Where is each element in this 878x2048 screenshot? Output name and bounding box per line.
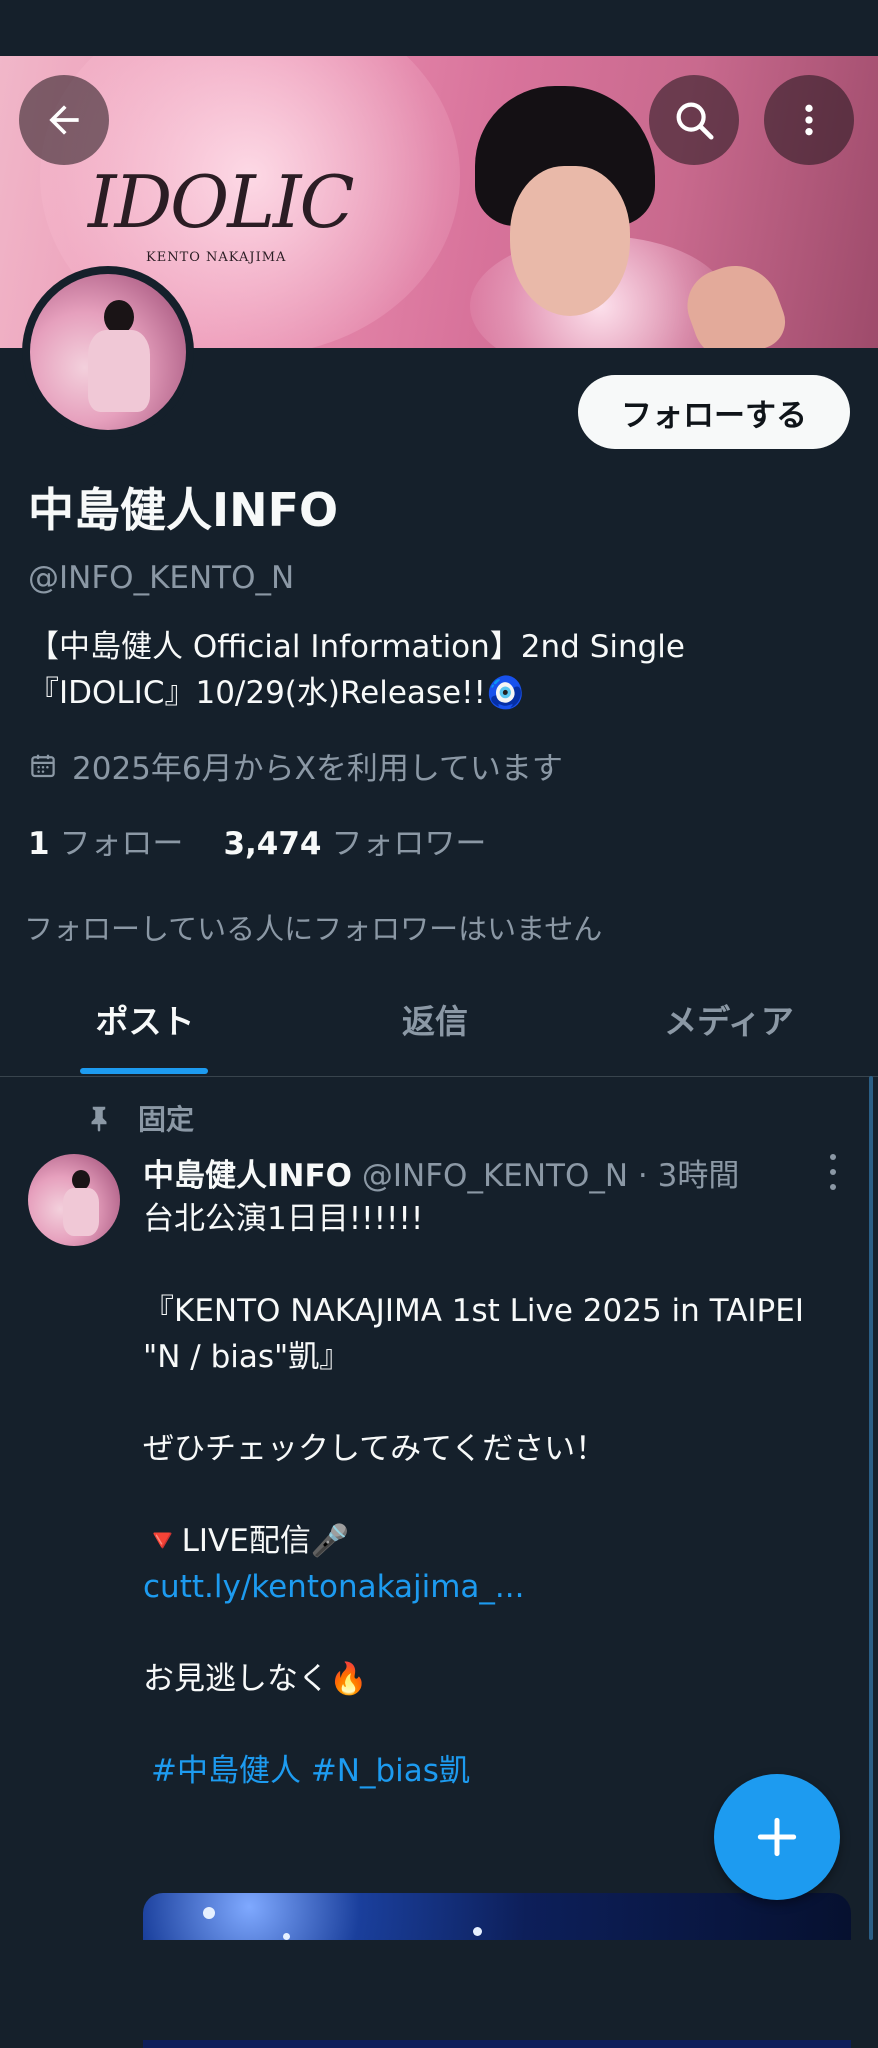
plus-icon bbox=[757, 1817, 797, 1857]
following-link[interactable]: 1 フォロー bbox=[28, 818, 183, 863]
scrollbar[interactable] bbox=[869, 1076, 873, 1940]
stage-light bbox=[473, 1927, 482, 1936]
back-button[interactable] bbox=[19, 75, 109, 165]
search-icon bbox=[676, 102, 714, 140]
post-avatar-figure-body bbox=[63, 1188, 99, 1236]
more-vertical-icon bbox=[805, 104, 813, 136]
bottom-area bbox=[0, 1940, 878, 2048]
bio-line-2-text: 『IDOLIC』10/29(水)Release!! bbox=[28, 675, 486, 711]
tab-replies[interactable]: 返信 bbox=[290, 972, 580, 1076]
next-media-edge bbox=[143, 2040, 851, 2048]
more-options-button[interactable] bbox=[764, 75, 854, 165]
post-line-5-text: LIVE配信 bbox=[181, 1523, 311, 1559]
pin-icon bbox=[91, 1106, 107, 1132]
calendar-icon bbox=[31, 754, 55, 777]
profile-handle: @INFO_KENTO_N bbox=[28, 560, 295, 596]
post-line-1: 台北公演1日目!!!!!! bbox=[143, 1201, 424, 1237]
post-avatar-figure-head bbox=[72, 1170, 90, 1190]
tab-media[interactable]: メディア bbox=[580, 972, 878, 1076]
bio-line-2: 『IDOLIC』10/29(水)Release!!🧿 bbox=[28, 670, 848, 716]
post-author-name[interactable]: 中島健人INFO bbox=[143, 1158, 352, 1194]
status-bar bbox=[0, 0, 878, 56]
post-line-3: "N / bias"凱』 bbox=[143, 1339, 351, 1375]
following-count: 1 bbox=[28, 826, 50, 862]
post-line-6-text: お見逃しなく bbox=[143, 1661, 329, 1697]
post-line-6: お見逃しなく🔥 bbox=[143, 1656, 843, 1702]
microphone-emoji: 🎤 bbox=[310, 1523, 350, 1559]
tab-posts-label: ポスト bbox=[95, 1002, 195, 1041]
active-tab-indicator bbox=[80, 1068, 208, 1074]
post-line-5: 🔻LIVE配信🎤 bbox=[143, 1518, 843, 1564]
profile-bio: 【中島健人 Official Information】2nd Single 『I… bbox=[28, 624, 848, 716]
profile-tabs: ポスト 返信 メディア bbox=[0, 972, 878, 1077]
profile-avatar[interactable] bbox=[22, 266, 194, 438]
compose-button[interactable] bbox=[714, 1774, 840, 1900]
avatar-figure-head bbox=[104, 300, 134, 334]
banner-logo-subtitle: KENTO NAKAJIMA bbox=[146, 250, 287, 265]
mutual-followers-note: フォローしている人にフォロワーはいません bbox=[24, 912, 603, 946]
joined-text: 2025年6月からXを利用しています bbox=[72, 751, 563, 787]
post-link[interactable]: cutt.ly/kentonakajima_... bbox=[143, 1564, 843, 1610]
followers-label: フォロワー bbox=[331, 826, 487, 862]
post-text: 台北公演1日目!!!!!! 『KENTO NAKAJIMA 1st Live 2… bbox=[143, 1196, 843, 1794]
pinned-label: 固定 bbox=[138, 1103, 195, 1136]
avatar-image bbox=[30, 274, 186, 430]
tab-replies-label: 返信 bbox=[402, 1002, 468, 1041]
post-more-icon[interactable] bbox=[818, 1152, 848, 1192]
search-button[interactable] bbox=[649, 75, 739, 165]
post-header: 中島健人INFO @INFO_KENTO_N · 3時間 bbox=[143, 1150, 739, 1195]
follow-stats: 1 フォロー 3,474 フォロワー bbox=[28, 818, 486, 863]
banner-logo-title: IDOLIC bbox=[88, 160, 355, 244]
post-line-2: 『KENTO NAKAJIMA 1st Live 2025 in TAIPEI bbox=[143, 1293, 804, 1329]
nazar-emoji: 🧿 bbox=[485, 675, 525, 711]
joined-date: 2025年6月からXを利用しています bbox=[28, 743, 563, 788]
post-line-4: ぜひチェックしてみてください！ bbox=[143, 1431, 607, 1467]
pinned-indicator: 固定 bbox=[84, 1098, 194, 1138]
banner-figure-face bbox=[510, 166, 630, 316]
back-arrow-icon bbox=[49, 105, 79, 135]
stage-light bbox=[283, 1933, 290, 1940]
profile-name: 中島健人INFO bbox=[28, 483, 339, 537]
post-author-meta: @INFO_KENTO_N · 3時間 bbox=[361, 1158, 740, 1194]
bio-line-1: 【中島健人 Official Information】2nd Single bbox=[28, 629, 685, 665]
followers-link[interactable]: 3,474 フォロワー bbox=[223, 818, 486, 863]
followers-count: 3,474 bbox=[223, 826, 322, 862]
following-label: フォロー bbox=[59, 826, 184, 862]
stage-light bbox=[203, 1907, 215, 1919]
tab-posts[interactable]: ポスト bbox=[0, 972, 290, 1076]
tab-media-label: メディア bbox=[664, 1002, 794, 1041]
follow-button[interactable]: フォローする bbox=[578, 375, 850, 449]
avatar-figure-body bbox=[88, 330, 150, 412]
fire-emoji: 🔥 bbox=[329, 1661, 368, 1697]
red-triangle-emoji: 🔻 bbox=[143, 1523, 182, 1559]
post-author-avatar[interactable] bbox=[28, 1154, 120, 1246]
